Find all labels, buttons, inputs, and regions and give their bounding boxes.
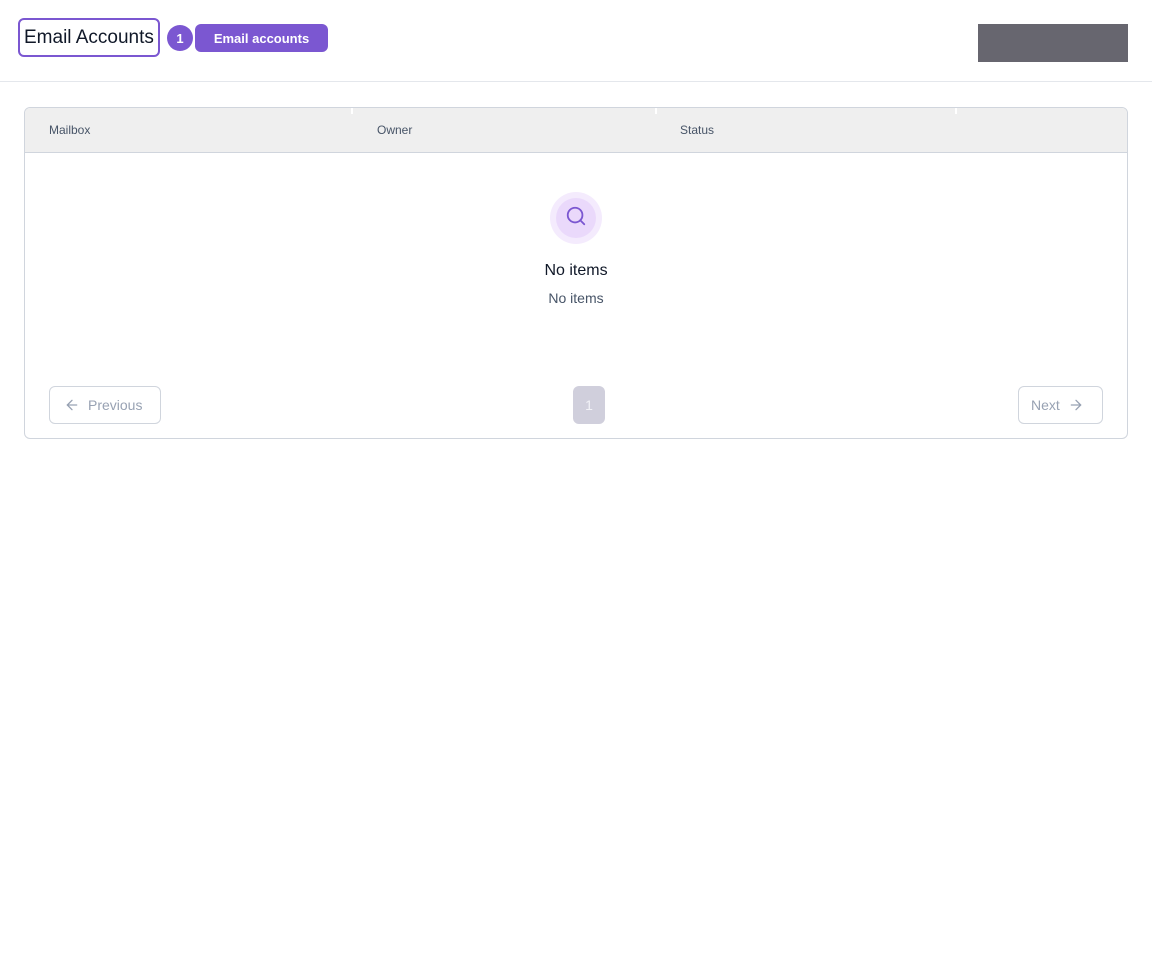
empty-state-icon-badge <box>550 192 602 244</box>
empty-state-title: No items <box>544 262 608 279</box>
previous-page-button[interactable]: Previous <box>49 386 161 424</box>
section-tag-badge: Email accounts <box>195 24 328 52</box>
arrow-right-icon <box>1068 397 1084 413</box>
column-resize-handle[interactable] <box>955 108 957 114</box>
page-title: Email Accounts <box>18 18 160 57</box>
column-resize-handle[interactable] <box>351 108 353 114</box>
table-header-row: Mailbox Owner Status <box>25 108 1127 153</box>
next-page-button[interactable]: Next <box>1018 386 1103 424</box>
header-action-button[interactable] <box>978 24 1128 62</box>
email-accounts-table-card: Mailbox Owner Status No items No items P… <box>24 107 1128 439</box>
search-icon <box>565 205 587 232</box>
empty-state-subtitle: No items <box>548 290 604 306</box>
previous-button-label: Previous <box>88 397 143 413</box>
count-badge: 1 <box>167 25 193 51</box>
column-resize-handle[interactable] <box>655 108 657 114</box>
column-header-mailbox[interactable]: Mailbox <box>49 108 349 152</box>
page-number-button[interactable]: 1 <box>573 386 605 424</box>
empty-state-icon-inner <box>556 198 596 238</box>
arrow-left-icon <box>64 397 80 413</box>
column-header-status[interactable]: Status <box>680 108 960 152</box>
column-header-owner[interactable]: Owner <box>377 108 657 152</box>
next-button-label: Next <box>1031 397 1060 413</box>
page-header: Email Accounts 1 Email accounts <box>0 0 1152 82</box>
